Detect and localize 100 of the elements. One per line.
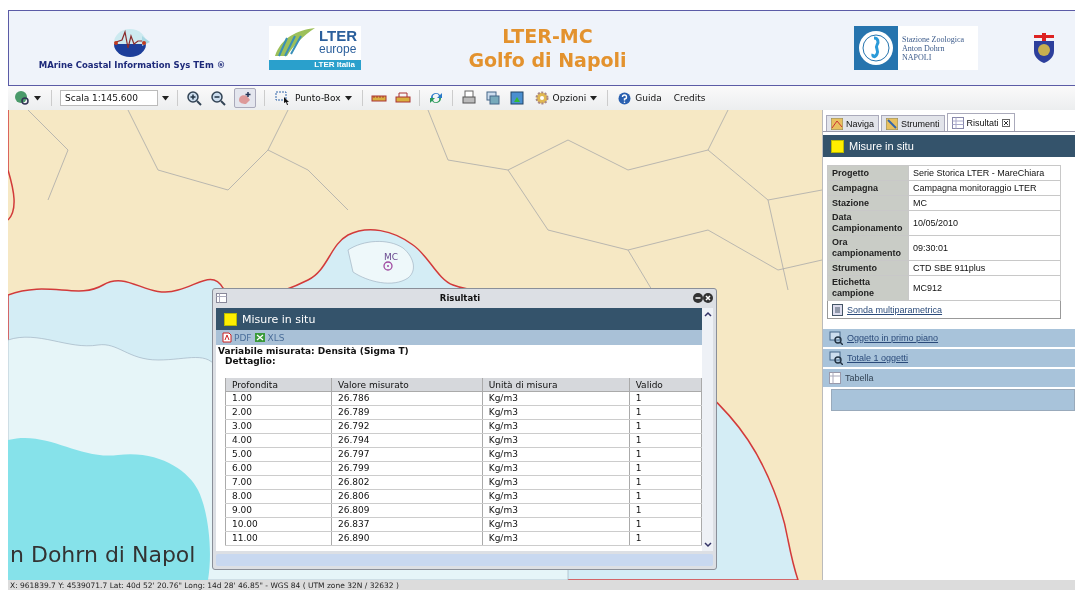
section-link[interactable]: Oggetto in primo piano (847, 333, 939, 343)
help-icon (618, 91, 632, 105)
table-cell: 11.00 (225, 531, 332, 546)
table-cell: 26.806 (331, 489, 483, 504)
table-cell: 3.00 (225, 419, 332, 434)
table-cell: 1 (629, 461, 702, 476)
table-cell: Kg/m3 (482, 531, 630, 546)
table-cell: 9.00 (225, 503, 332, 518)
zoom-out-icon[interactable] (210, 90, 226, 106)
field-value: 09:30:01 (908, 235, 1061, 261)
panel-tab[interactable]: Risultati (946, 113, 1015, 131)
detail-label: Dettaglio: (224, 356, 277, 366)
panel-tab[interactable]: Naviga (826, 115, 879, 131)
section-bar[interactable]: Tabella (823, 369, 1075, 387)
table-cell: 26.792 (331, 419, 483, 434)
zoom-in-icon[interactable] (186, 90, 202, 106)
gear-icon (534, 91, 549, 105)
section-title: Tabella (845, 373, 874, 383)
credits-link[interactable]: Credits (671, 88, 708, 108)
table-cell: 1 (629, 531, 702, 546)
field-label: Data Campionamento (827, 210, 909, 236)
section-bar[interactable]: Oggetto in primo piano (823, 329, 1075, 347)
table-cell: 26.837 (331, 517, 483, 532)
print-icon[interactable] (460, 90, 477, 106)
hand-plus-icon (237, 90, 253, 106)
spreadsheet-icon[interactable] (253, 332, 266, 343)
table-cell: 26.799 (331, 461, 483, 476)
magnifier-map-icon (829, 331, 843, 345)
select-box-icon (275, 91, 291, 105)
table-cell: 1 (629, 433, 702, 448)
caret-icon (34, 95, 41, 101)
column-header: Valore misurato (331, 378, 483, 392)
table-cell: 1.00 (225, 391, 332, 406)
legend-swatch-icon (224, 312, 237, 326)
table-cell: Kg/m3 (482, 391, 630, 406)
panel-title: Misure in situ (849, 140, 914, 152)
punto-box-button[interactable]: Punto-Box (273, 88, 354, 108)
field-value: Serie Storica LTER - MareChiara (908, 165, 1061, 181)
table-cell: Kg/m3 (482, 475, 630, 490)
map-icon (831, 117, 843, 130)
table-cell: Kg/m3 (482, 419, 630, 434)
field-label: Progetto (827, 165, 909, 181)
lter-logo-text: LTER (319, 28, 358, 43)
crest-icon (1033, 33, 1055, 63)
column-header: Valido (629, 378, 702, 392)
table-icon (951, 116, 964, 129)
scale-field[interactable]: Scala 1:145.600 (60, 90, 158, 106)
app-title: LTER-MC (502, 24, 593, 48)
seahorse-logo-icon (857, 29, 895, 67)
globe-menu-button[interactable] (12, 88, 43, 108)
institute-logo-text: NAPOLI (902, 52, 933, 62)
table-cell: 26.794 (331, 433, 483, 448)
layers-icon[interactable] (484, 90, 501, 106)
magnifier-map-icon (829, 351, 843, 365)
legend-swatch-icon (831, 139, 844, 153)
institute-logo-text: Anton Dohrn (902, 43, 945, 53)
tools-icon (886, 117, 898, 130)
leaf-logo-icon (273, 28, 317, 58)
table-cell: 10.00 (225, 517, 332, 532)
table-cell: 4.00 (225, 433, 332, 448)
field-value: 10/05/2010 (908, 210, 1061, 236)
area-ruler-icon[interactable] (394, 90, 411, 106)
table-cell: 1 (629, 391, 702, 406)
table-cell: 26.802 (331, 475, 483, 490)
close-icon[interactable] (1001, 118, 1010, 127)
table-cell: 1 (629, 503, 702, 518)
table-cell: Kg/m3 (482, 447, 630, 462)
caret-icon[interactable] (162, 95, 169, 101)
table-cell: Kg/m3 (482, 433, 630, 448)
table-cell: 2.00 (225, 405, 332, 420)
app-title: Golfo di Napoli (468, 48, 627, 72)
table-cell: Kg/m3 (482, 461, 630, 476)
table-cell: 26.890 (331, 531, 483, 546)
column-header: Unità di misura (482, 378, 630, 392)
institute-logo-text: Stazione Zoologica (902, 34, 964, 44)
table-cell: 26.786 (331, 391, 483, 406)
vertical-scrollbar[interactable] (702, 308, 713, 551)
table-cell: Kg/m3 (482, 503, 630, 518)
pdf-icon[interactable] (222, 332, 232, 343)
lter-logo-band: LTER Italia (269, 60, 361, 70)
column-header: Profondita (225, 378, 332, 392)
minimize-icon[interactable] (693, 292, 703, 303)
table-cell: 1 (629, 489, 702, 504)
table-cell: 1 (629, 475, 702, 490)
zoom-box-button[interactable] (234, 88, 256, 108)
field-label: Etichetta campione (827, 275, 909, 301)
refresh-icon[interactable] (427, 90, 444, 106)
document-icon (832, 303, 843, 316)
field-value: MC (908, 195, 1061, 211)
table-cell: 8.00 (225, 489, 332, 504)
table-cell: 1 (629, 405, 702, 420)
panel-tab[interactable]: Strumenti (881, 115, 945, 131)
guida-button[interactable]: Guida (616, 88, 664, 108)
section-bar[interactable]: Totale 1 oggetti (823, 349, 1075, 367)
map-export-icon[interactable] (508, 90, 525, 106)
opzioni-button[interactable]: Opzioni (532, 88, 600, 108)
section-link[interactable]: Totale 1 oggetti (847, 353, 909, 363)
system-name: MArine Coastal Information Sys TEm ® (38, 60, 226, 70)
results-title: Misure in situ (242, 312, 316, 326)
close-icon[interactable] (703, 292, 713, 303)
